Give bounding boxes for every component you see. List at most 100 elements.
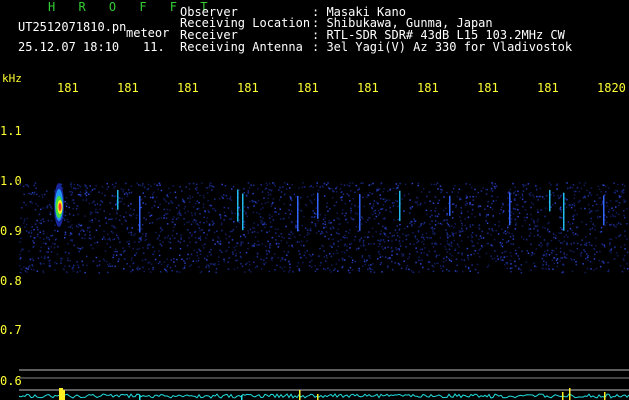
noise-dot [433,232,436,234]
noise-dot [369,217,371,219]
noise-dot [431,214,433,217]
noise-dot [606,201,608,204]
noise-dot [571,270,574,273]
noise-dot [169,241,172,244]
noise-dot [377,189,379,191]
noise-dot [408,268,410,271]
noise-dot [331,264,333,266]
noise-dot [208,211,210,213]
noise-dot [571,259,573,261]
noise-dot [584,243,586,246]
noise-dot [116,212,118,215]
noise-dot [197,224,200,227]
noise-dot [235,252,237,255]
noise-dot [573,242,575,244]
noise-dot [114,204,117,206]
noise-dot [77,226,79,228]
noise-dot [289,213,292,215]
noise-dot [515,252,517,255]
noise-dot [415,261,417,264]
noise-dot [54,269,56,271]
noise-dot [544,250,546,253]
noise-dot [116,250,118,253]
noise-dot [47,219,50,222]
noise-dot [186,221,188,224]
noise-dot [530,202,533,204]
noise-dot [271,189,273,191]
noise-dot [231,212,233,214]
noise-dot [379,256,382,258]
noise-dot [455,258,458,260]
noise-dot [491,208,494,210]
noise-dot [384,200,387,203]
noise-dot [333,253,335,255]
noise-dot [614,246,616,249]
noise-dot [336,186,338,188]
noise-dot [523,238,525,240]
noise-dot [40,208,42,211]
noise-dot [109,265,112,268]
noise-dot [376,190,378,193]
noise-dot [280,196,282,198]
signal-spike [562,392,564,400]
noise-dot [113,238,116,240]
noise-dot [271,203,273,205]
noise-dot [501,245,504,248]
noise-dot [585,257,587,260]
noise-dot [261,191,264,193]
noise-dot [159,184,161,186]
noise-dot [341,212,344,215]
noise-dot [467,236,469,238]
noise-dot [77,184,79,186]
noise-dot [370,183,372,186]
noise-dot [95,256,98,259]
noise-dot [206,217,209,219]
noise-dot [360,182,363,185]
noise-dot [324,220,326,223]
noise-dot [362,182,364,184]
noise-dot [303,236,306,238]
noise-dot [573,197,575,200]
noise-dot [623,201,626,203]
noise-dot [552,203,554,206]
noise-dot [493,238,496,241]
noise-dot [485,252,488,255]
noise-dot [126,228,128,230]
noise-dot [245,251,248,254]
noise-dot [482,237,485,239]
noise-dot [526,213,528,215]
noise-dot [464,218,466,220]
noise-dot [581,221,583,223]
noise-dot [591,227,594,230]
noise-dot [290,231,292,233]
noise-dot [305,256,307,259]
noise-dot [342,265,344,268]
noise-dot [280,191,283,193]
noise-dot [373,218,376,220]
noise-dot [610,238,613,240]
noise-dot [134,254,136,257]
noise-dot [272,198,275,200]
noise-dot [391,268,394,271]
noise-dot [139,268,141,270]
noise-dot [517,208,519,211]
noise-dot [520,264,523,266]
noise-dot [227,261,229,263]
noise-dot [380,261,383,264]
noise-dot [199,253,202,255]
noise-dot [432,233,434,235]
noise-dot [168,241,170,243]
noise-dot [218,197,221,200]
noise-dot [546,242,549,244]
noise-dot [64,214,67,217]
noise-dot [348,194,350,197]
noise-dot [111,224,113,227]
noise-dot [236,267,239,269]
noise-dot [248,261,250,263]
noise-dot [472,199,475,201]
noise-dot [24,226,26,228]
noise-dot [559,247,562,250]
noise-dot [600,226,603,229]
noise-dot [373,200,376,202]
noise-dot [40,246,42,249]
